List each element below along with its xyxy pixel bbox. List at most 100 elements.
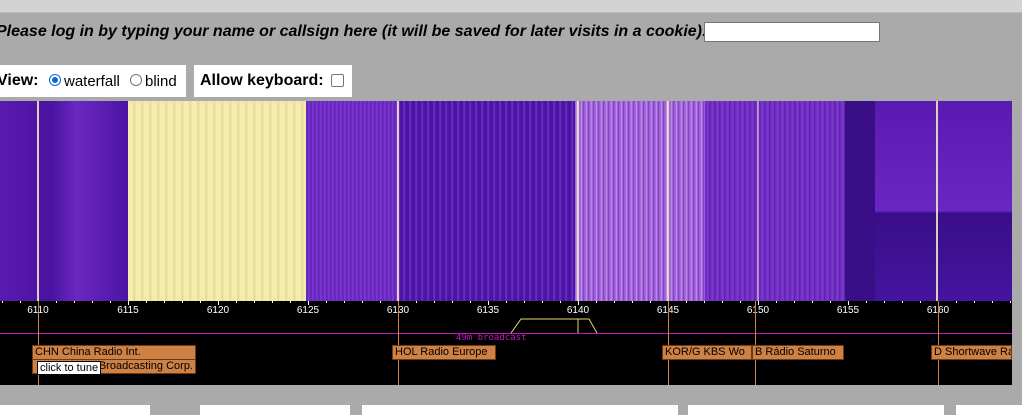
minor-tick [992, 301, 993, 303]
minor-tick [686, 301, 687, 303]
bottom-panel [688, 405, 944, 415]
minor-tick [794, 301, 795, 303]
login-label: Please log in by typing your name or cal… [0, 23, 708, 40]
signal-band [400, 101, 575, 301]
minor-tick [362, 301, 363, 303]
minor-tick [452, 301, 453, 303]
minor-tick [956, 301, 957, 303]
station-tag-radio-saturno[interactable]: B Rádio Saturno [752, 345, 844, 360]
callsign-input[interactable] [704, 22, 880, 42]
minor-tick [776, 301, 777, 303]
blind-radio[interactable] [130, 74, 142, 86]
signal-band [705, 101, 845, 301]
minor-tick [110, 301, 111, 303]
signal-band [306, 101, 400, 301]
minor-tick [326, 301, 327, 303]
freq-label: 6150 [746, 305, 770, 316]
minor-tick [614, 301, 615, 303]
station-marker [755, 301, 756, 385]
keyboard-label: Allow keyboard: [200, 72, 324, 89]
minor-tick [290, 301, 291, 303]
minor-tick [974, 301, 975, 303]
login-row: Please log in by typing your name or cal… [0, 13, 1022, 51]
minor-tick [272, 301, 273, 303]
waterfall-gutter [1012, 101, 1022, 385]
minor-tick [182, 301, 183, 303]
minor-tick [866, 301, 867, 303]
strong-signal-band [128, 101, 306, 301]
signal-band [0, 101, 128, 301]
minor-tick [254, 301, 255, 303]
minor-tick [632, 301, 633, 303]
waterfall-radio-label[interactable]: waterfall [64, 73, 120, 90]
minor-tick [74, 301, 75, 303]
minor-tick [146, 301, 147, 303]
minor-tick [2, 301, 3, 303]
major-tick [848, 301, 849, 305]
freq-label: 6135 [476, 305, 500, 316]
major-tick [308, 301, 309, 305]
major-tick [488, 301, 489, 305]
minor-tick [20, 301, 21, 303]
bottom-panel [362, 405, 678, 415]
major-tick [578, 301, 579, 305]
major-tick [128, 301, 129, 305]
minor-tick [200, 301, 201, 303]
minor-tick [830, 301, 831, 303]
major-tick [758, 301, 759, 305]
minor-tick [344, 301, 345, 303]
minor-tick [164, 301, 165, 303]
station-tag-radio-europe[interactable]: HOL Radio Europe [392, 345, 496, 360]
station-marker [398, 301, 399, 385]
station-marker [938, 301, 939, 385]
minor-tick [236, 301, 237, 303]
noisy-signal-band [575, 101, 705, 301]
minor-tick [434, 301, 435, 303]
minor-tick [812, 301, 813, 303]
minor-tick [1010, 301, 1011, 303]
top-bar [0, 0, 1022, 13]
minor-tick [722, 301, 723, 303]
minor-tick [416, 301, 417, 303]
signal-band [875, 101, 1012, 301]
allow-keyboard-checkbox[interactable] [331, 74, 344, 87]
minor-tick [920, 301, 921, 303]
bottom-panel [0, 405, 150, 415]
minor-tick [524, 301, 525, 303]
minor-tick [740, 301, 741, 303]
minor-tick [92, 301, 93, 303]
carrier-line [757, 101, 759, 301]
carrier-line [577, 101, 579, 301]
station-tag-kbs[interactable]: KOR/G KBS Wo [662, 345, 752, 360]
waterfall-radio[interactable] [49, 74, 61, 86]
view-control: View: waterfall blind [0, 65, 186, 97]
view-label: View: [0, 72, 39, 89]
minor-tick [470, 301, 471, 303]
minor-tick [380, 301, 381, 303]
minor-tick [506, 301, 507, 303]
keyboard-control: Allow keyboard: [194, 65, 352, 97]
station-tag-china-radio[interactable]: CHN China Radio Int. [32, 345, 196, 360]
minor-tick [542, 301, 543, 303]
carrier-line [667, 101, 669, 301]
station-tag-shortwave[interactable]: D Shortwave Ra [931, 345, 1012, 360]
minor-tick [884, 301, 885, 303]
minor-tick [704, 301, 705, 303]
carrier-line [397, 101, 399, 301]
minor-tick [596, 301, 597, 303]
quiet-band [845, 101, 875, 301]
waterfall-display[interactable] [0, 101, 1012, 301]
minor-tick [902, 301, 903, 303]
minor-tick [650, 301, 651, 303]
frequency-scale[interactable]: 6110 6115 6120 6125 6130 6135 6140 6145 … [0, 301, 1012, 385]
freq-label: 6115 [117, 305, 139, 316]
passband-indicator[interactable] [505, 315, 605, 335]
station-marker [668, 301, 669, 385]
tune-tooltip: click to tune [37, 361, 102, 375]
blind-radio-label[interactable]: blind [145, 73, 177, 90]
minor-tick [560, 301, 561, 303]
bottom-panel [956, 405, 1022, 415]
freq-label: 6125 [296, 305, 320, 316]
freq-label: 6120 [206, 305, 230, 316]
freq-label: 6155 [836, 305, 860, 316]
